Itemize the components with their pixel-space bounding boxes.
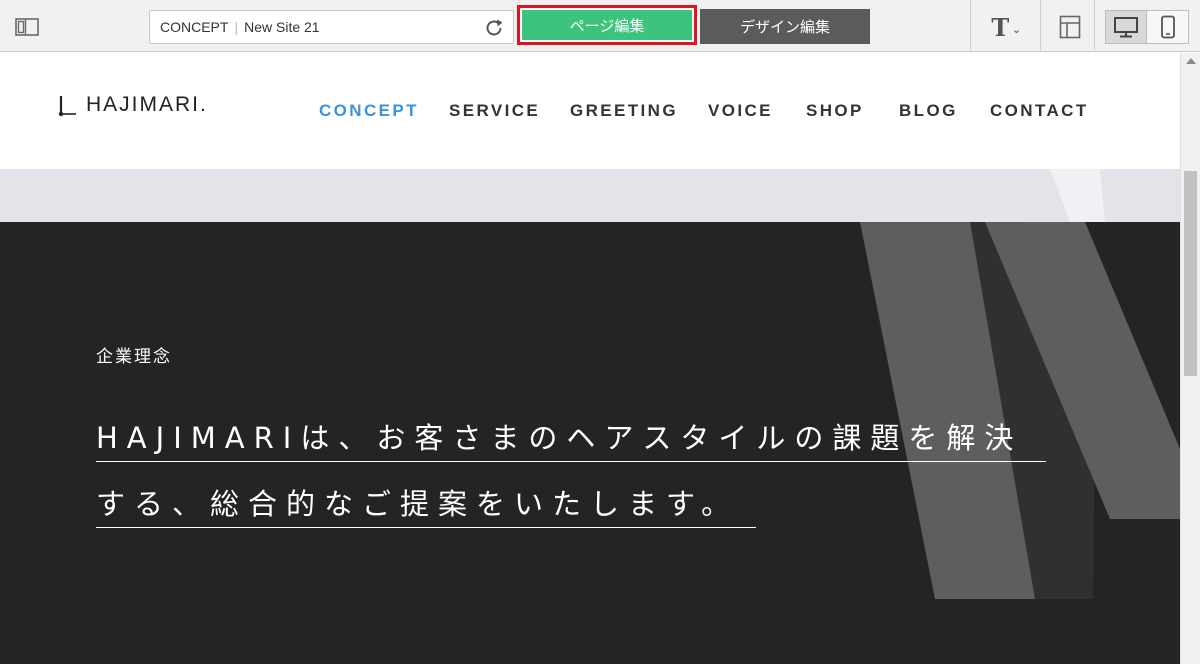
chevron-down-icon: ⌄ [1012, 24, 1021, 36]
toolbar-divider [1040, 0, 1041, 52]
desktop-icon[interactable] [1106, 11, 1148, 43]
page-url-field[interactable]: CONCEPT | New Site 21 [149, 10, 514, 44]
nav-item-greeting[interactable]: GREETING [570, 101, 678, 121]
logo-mark-icon [58, 95, 76, 117]
layout-icon[interactable] [1056, 13, 1084, 41]
reload-icon[interactable] [483, 17, 505, 39]
nav-item-blog[interactable]: BLOG [899, 101, 958, 121]
nav-item-concept[interactable]: CONCEPT [319, 101, 419, 121]
nav-item-shop[interactable]: SHOP [806, 101, 864, 121]
concept-headline-line2: する、総合的なご提案をいたします。 [96, 481, 756, 528]
page-edit-mode-button[interactable]: ページ編集 [517, 5, 697, 45]
nav-item-service[interactable]: SERVICE [449, 101, 540, 121]
url-page-name: CONCEPT [160, 19, 229, 35]
device-switcher [1105, 10, 1189, 44]
concept-headline-line1: HAJIMARIは、お客さまのヘアスタイルの課題を解決 [96, 415, 1046, 462]
font-settings-button[interactable]: T ⌄ [985, 12, 1027, 42]
design-edit-mode-button[interactable]: デザイン編集 [700, 9, 870, 44]
logo-text: HAJIMARI. [86, 93, 208, 116]
section-eyebrow: 企業理念 [96, 347, 172, 367]
scrollbar-thumb[interactable] [1184, 171, 1197, 376]
toolbar-divider [1094, 0, 1095, 52]
nav-item-contact[interactable]: CONTACT [990, 101, 1089, 121]
nav-item-voice[interactable]: VOICE [708, 101, 773, 121]
scroll-up-icon[interactable] [1186, 58, 1196, 64]
site-header: HAJIMARI. CONCEPT SERVICE GREETING VOICE… [0, 53, 1180, 169]
editor-toolbar: CONCEPT | New Site 21 ページ編集 デザイン編集 T ⌄ [0, 0, 1200, 52]
sidebar-toggle-icon[interactable] [14, 16, 40, 38]
preview-scrollbar[interactable] [1180, 53, 1200, 664]
page-edit-mode-label: ページ編集 [522, 10, 692, 40]
site-preview: HAJIMARI. CONCEPT SERVICE GREETING VOICE… [0, 53, 1180, 664]
toolbar-divider [970, 0, 971, 52]
site-logo[interactable]: HAJIMARI. [58, 93, 208, 117]
mobile-icon[interactable] [1147, 11, 1188, 43]
font-icon: T [991, 12, 1010, 42]
url-separator: | [234, 19, 239, 35]
url-site-name: New Site 21 [244, 19, 320, 35]
